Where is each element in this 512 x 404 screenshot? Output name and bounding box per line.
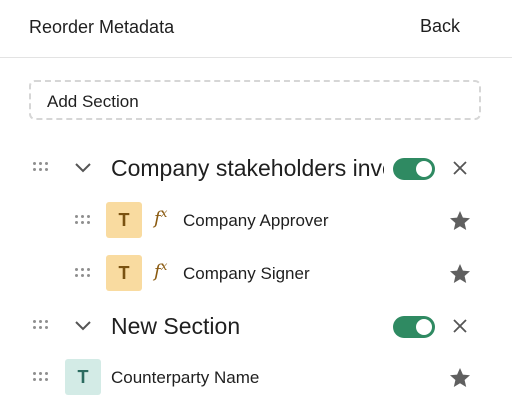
drag-handle-icon[interactable] bbox=[75, 215, 91, 227]
star-icon[interactable] bbox=[448, 209, 472, 233]
field-row: T fx Company Signer bbox=[0, 250, 512, 298]
close-icon[interactable] bbox=[450, 158, 470, 178]
header: Reorder Metadata Back bbox=[0, 0, 512, 58]
back-button[interactable]: Back bbox=[420, 16, 460, 37]
drag-handle-icon[interactable] bbox=[75, 268, 91, 280]
section-toggle[interactable] bbox=[393, 158, 435, 180]
section-title: New Section bbox=[111, 313, 241, 339]
formula-icon: fx bbox=[154, 259, 168, 282]
add-section-label: Add Section bbox=[47, 92, 139, 111]
star-icon[interactable] bbox=[448, 366, 472, 390]
field-label: Company Signer bbox=[183, 264, 310, 283]
drag-handle-icon[interactable] bbox=[33, 372, 49, 384]
text-type-badge: T bbox=[106, 202, 142, 238]
section-title: Company stakeholders involved bbox=[111, 155, 384, 181]
text-type-badge: T bbox=[106, 255, 142, 291]
chevron-down-icon[interactable] bbox=[73, 318, 93, 334]
add-section-button[interactable]: Add Section bbox=[29, 80, 481, 120]
text-type-badge: T bbox=[65, 359, 101, 395]
chevron-down-icon[interactable] bbox=[73, 160, 93, 176]
field-row: T fx Company Approver bbox=[0, 197, 512, 245]
close-icon[interactable] bbox=[450, 316, 470, 336]
field-row: T Counterparty Name bbox=[0, 354, 512, 402]
formula-icon: fx bbox=[154, 206, 168, 229]
section-row: Company stakeholders involved bbox=[0, 144, 512, 192]
drag-handle-icon[interactable] bbox=[33, 320, 49, 332]
section-toggle[interactable] bbox=[393, 316, 435, 338]
field-label: Company Approver bbox=[183, 211, 329, 230]
field-label: Counterparty Name bbox=[111, 368, 260, 387]
drag-handle-icon[interactable] bbox=[33, 162, 49, 174]
page-title: Reorder Metadata bbox=[29, 17, 175, 37]
section-row: New Section bbox=[0, 302, 512, 350]
star-icon[interactable] bbox=[448, 262, 472, 286]
